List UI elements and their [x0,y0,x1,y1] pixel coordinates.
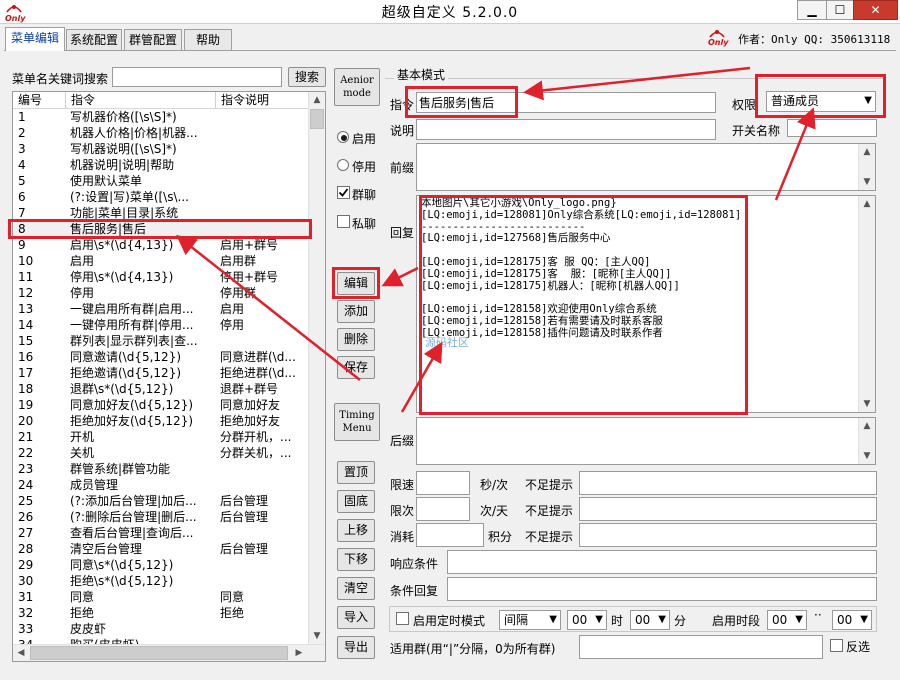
annotation-arrows [176,66,816,413]
arrow-to-command [523,66,751,101]
arrow-to-permission [774,107,816,201]
arrow-to-edit-button [381,266,419,287]
arrow-to-reply [400,341,443,413]
arrow-to-list-row [176,234,361,381]
